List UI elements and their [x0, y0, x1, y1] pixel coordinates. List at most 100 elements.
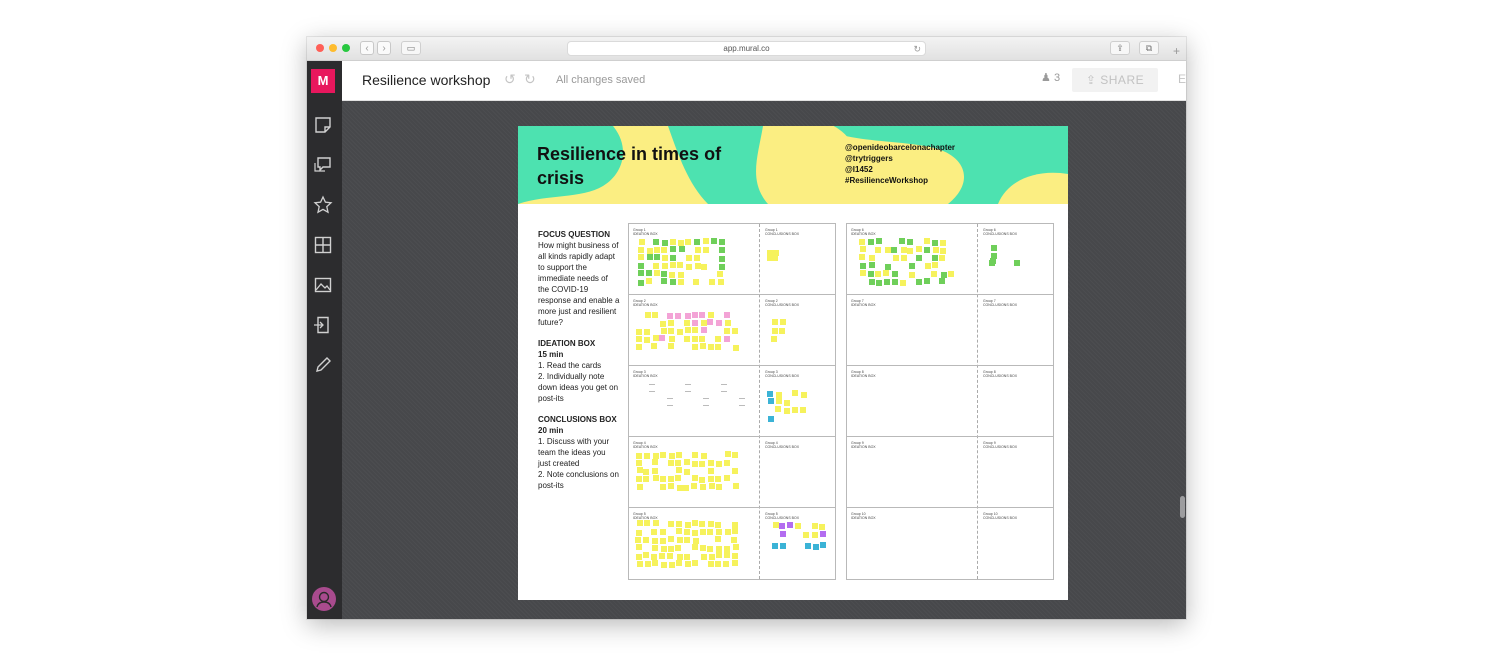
- card-placeholder[interactable]: [667, 398, 673, 406]
- sticky-note[interactable]: [707, 546, 713, 552]
- sticky-note[interactable]: [645, 561, 651, 567]
- sticky-note[interactable]: [699, 336, 705, 342]
- sticky-note[interactable]: [708, 460, 714, 466]
- sticky-note[interactable]: [883, 270, 889, 276]
- sticky-note[interactable]: [724, 328, 730, 334]
- sticky-note[interactable]: [792, 390, 798, 396]
- sticky-note[interactable]: [669, 562, 675, 568]
- sticky-note[interactable]: [876, 238, 882, 244]
- new-tab-button[interactable]: +: [1173, 45, 1180, 57]
- vertical-scrollbar[interactable]: [1180, 496, 1185, 518]
- sticky-note[interactable]: [699, 312, 705, 318]
- sticky-note[interactable]: [725, 320, 731, 326]
- sticky-note[interactable]: [772, 328, 778, 334]
- sticky-note[interactable]: [990, 258, 996, 264]
- sticky-note[interactable]: [772, 543, 778, 549]
- sticky-note[interactable]: [860, 263, 866, 269]
- sticky-note[interactable]: [907, 248, 913, 254]
- sticky-note[interactable]: [692, 560, 698, 566]
- sticky-note[interactable]: [719, 256, 725, 262]
- sticky-note[interactable]: [701, 453, 707, 459]
- sticky-note[interactable]: [892, 271, 898, 277]
- current-user-avatar[interactable]: [312, 587, 336, 611]
- sticky-note[interactable]: [679, 246, 685, 252]
- sticky-note[interactable]: [932, 240, 938, 246]
- sticky-note[interactable]: [901, 255, 907, 261]
- sticky-note[interactable]: [661, 562, 667, 568]
- sticky-note[interactable]: [661, 278, 667, 284]
- sticky-note[interactable]: [699, 477, 705, 483]
- sticky-note[interactable]: [643, 552, 649, 558]
- sticky-note[interactable]: [667, 553, 673, 559]
- sticky-note[interactable]: [725, 529, 731, 535]
- sticky-note[interactable]: [716, 529, 722, 535]
- sticky-note[interactable]: [652, 459, 658, 465]
- sticky-note[interactable]: [916, 246, 922, 252]
- sticky-note[interactable]: [700, 343, 706, 349]
- sticky-note[interactable]: [691, 483, 697, 489]
- sticky-note[interactable]: [660, 452, 666, 458]
- mural-logo[interactable]: M: [311, 69, 335, 93]
- sticky-note[interactable]: [703, 247, 709, 253]
- sticky-note[interactable]: [653, 263, 659, 269]
- sticky-note[interactable]: [636, 544, 642, 550]
- sticky-note[interactable]: [692, 475, 698, 481]
- minimize-window-button[interactable]: [329, 44, 337, 52]
- sticky-note[interactable]: [780, 531, 786, 537]
- sticky-note[interactable]: [685, 327, 691, 333]
- sticky-note[interactable]: [636, 344, 642, 350]
- address-bar[interactable]: app.mural.co ↻: [567, 41, 926, 56]
- sticky-note[interactable]: [724, 460, 730, 466]
- card-placeholder[interactable]: [649, 384, 655, 392]
- sticky-note[interactable]: [868, 239, 874, 245]
- sticky-note[interactable]: [884, 279, 890, 285]
- board-canvas[interactable]: Resilience in times of crisis @openideob…: [342, 101, 1186, 619]
- sticky-note[interactable]: [800, 407, 806, 413]
- sticky-note[interactable]: [677, 329, 683, 335]
- sticky-note[interactable]: [732, 328, 738, 334]
- sticky-note[interactable]: [636, 336, 642, 342]
- sticky-note[interactable]: [661, 247, 667, 253]
- sticky-note[interactable]: [859, 254, 865, 260]
- sticky-note[interactable]: [685, 239, 691, 245]
- sticky-note[interactable]: [675, 313, 681, 319]
- sticky-note[interactable]: [812, 532, 818, 538]
- sticky-note[interactable]: [676, 528, 682, 534]
- sticky-note[interactable]: [654, 247, 660, 253]
- sticky-note[interactable]: [670, 279, 676, 285]
- sticky-note[interactable]: [707, 529, 713, 535]
- sticky-note[interactable]: [916, 279, 922, 285]
- sticky-note[interactable]: [659, 553, 665, 559]
- sticky-note[interactable]: [723, 561, 729, 567]
- sticky-note[interactable]: [677, 262, 683, 268]
- sticky-note[interactable]: [678, 272, 684, 278]
- sticky-note[interactable]: [708, 312, 714, 318]
- sticky-note[interactable]: [646, 278, 652, 284]
- sticky-note[interactable]: [709, 279, 715, 285]
- sticky-note[interactable]: [715, 522, 721, 528]
- zoom-window-button[interactable]: [342, 44, 350, 52]
- sticky-note[interactable]: [732, 528, 738, 534]
- share-button[interactable]: ⇪ SHARE: [1072, 68, 1158, 92]
- sticky-note[interactable]: [659, 335, 665, 341]
- card-placeholder[interactable]: [739, 398, 745, 406]
- sticky-note[interactable]: [715, 536, 721, 542]
- sticky-note[interactable]: [677, 537, 683, 543]
- sticky-note[interactable]: [716, 484, 722, 490]
- sticky-note[interactable]: [715, 344, 721, 350]
- sticky-note[interactable]: [701, 264, 707, 270]
- undo-icon[interactable]: ↺: [504, 71, 516, 88]
- sticky-note[interactable]: [652, 468, 658, 474]
- reload-icon[interactable]: ↻: [913, 42, 921, 56]
- sticky-note[interactable]: [701, 327, 707, 333]
- sticky-note[interactable]: [635, 537, 641, 543]
- sticky-note[interactable]: [932, 262, 938, 268]
- sticky-note[interactable]: [699, 461, 705, 467]
- sticky-note[interactable]: [772, 319, 778, 325]
- sticky-note[interactable]: [707, 319, 713, 325]
- sticky-note[interactable]: [661, 271, 667, 277]
- sticky-note[interactable]: [940, 240, 946, 246]
- sticky-note[interactable]: [703, 238, 709, 244]
- online-users-count[interactable]: ♟ 3: [1041, 71, 1060, 84]
- sticky-note[interactable]: [668, 343, 674, 349]
